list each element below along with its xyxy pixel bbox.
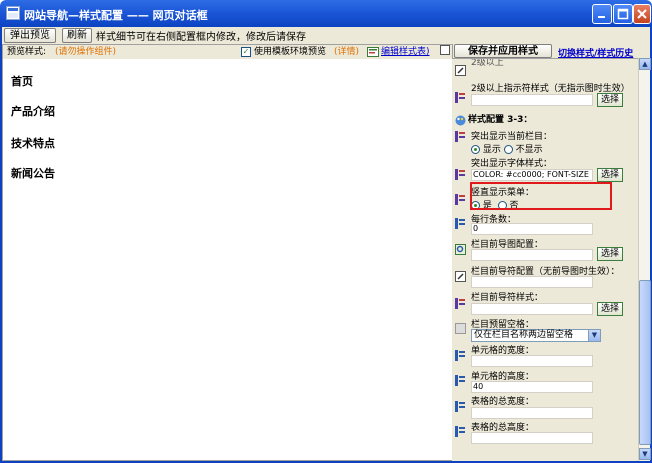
section-title-text: 样式配置 3-3： — [468, 115, 533, 125]
list-icon[interactable] — [455, 375, 466, 386]
maximize-icon — [617, 8, 629, 20]
cell-width-field[interactable] — [471, 355, 593, 367]
close-button[interactable] — [633, 4, 651, 24]
window-title: 网站导航—样式配置 —— 网页对话框 — [24, 9, 208, 22]
palette-icon — [455, 115, 466, 126]
scroll-down-button[interactable]: ▼ — [639, 448, 651, 460]
edit-style-icon — [367, 47, 379, 57]
highlight-current-options: 显示 不显示 — [471, 142, 543, 155]
toolbar-hint: 样式细节可在右侧配置框内修改，修改后请保存 — [96, 32, 306, 43]
list-icon[interactable] — [455, 218, 466, 229]
show-radio[interactable] — [471, 145, 480, 154]
level2-indicator-field[interactable] — [471, 94, 593, 106]
app-icon — [6, 6, 20, 20]
edit-style-link[interactable]: 编辑样式表) — [381, 45, 430, 59]
preview-menu-item: 首页 — [11, 75, 33, 88]
preview-menu-item: 产品介绍 — [11, 105, 55, 118]
list-icon[interactable] — [455, 298, 466, 309]
hide-radio-label: 不显示 — [515, 145, 543, 155]
reserved-space-select[interactable]: 仅在栏目名称两边留空格 ▼ — [471, 329, 601, 342]
show-radio-label: 显示 — [482, 145, 501, 155]
close-icon — [637, 9, 647, 19]
scroll-up-button[interactable]: ▲ — [639, 58, 651, 70]
partial-label: 2级以上 — [471, 58, 504, 68]
save-apply-button[interactable]: 保存并应用样式 — [454, 44, 552, 58]
config-scrollbar[interactable]: ▲ ▼ — [638, 58, 651, 461]
collapse-toggle[interactable] — [440, 45, 450, 55]
highlight-font-field[interactable]: COLOR: #cc0000; FONT-SIZE — [471, 169, 593, 181]
detail-link[interactable]: (详情) — [334, 45, 359, 59]
preview-menu-item: 技术特点 — [11, 137, 55, 150]
table-height-field[interactable] — [471, 432, 593, 444]
chevron-down-icon: ▼ — [588, 330, 600, 341]
config-header: 保存并应用样式 切换样式/样式历史 — [440, 44, 650, 59]
minimize-button[interactable] — [592, 4, 612, 24]
select-button[interactable]: 选择 — [597, 302, 623, 316]
preview-pane: 预览样式: (请勿操作组件) ✓ 使用模板环境预览 (详情) 编辑样式表) 首页… — [2, 44, 453, 461]
list-icon[interactable] — [455, 426, 466, 437]
prefix-char-style-label: 栏目前导符样式： — [471, 293, 544, 303]
reserved-space-value: 仅在栏目名称两边留空格 — [474, 330, 574, 340]
table-width-label: 表格的总宽度： — [471, 397, 535, 407]
hide-radio[interactable] — [503, 145, 513, 154]
preview-header-label: 预览样式: — [7, 47, 47, 57]
prefix-char-config-field[interactable] — [471, 276, 593, 288]
items-per-row-field[interactable]: 0 — [471, 223, 593, 235]
highlight-current-label: 突出显示当前栏目： — [471, 132, 553, 142]
minimize-icon — [598, 16, 605, 18]
title-bar: 网站导航—样式配置 —— 网页对话框 — [0, 0, 652, 27]
preview-menu-item: 新闻公告 — [11, 167, 55, 180]
list-icon[interactable] — [455, 131, 466, 142]
dropdown-setting-icon[interactable] — [455, 323, 466, 334]
edit-icon[interactable] — [455, 65, 466, 76]
list-icon[interactable] — [455, 169, 466, 180]
use-template-label: 使用模板环境预览 — [254, 47, 327, 57]
highlight-box — [470, 182, 612, 210]
cell-height-field[interactable]: 40 — [471, 381, 593, 393]
list-icon[interactable] — [455, 194, 466, 205]
chevron-up-icon: ▲ — [642, 60, 648, 68]
scroll-thumb[interactable] — [639, 280, 651, 445]
table-width-field[interactable] — [471, 407, 593, 419]
edit-icon[interactable] — [455, 271, 466, 282]
prefix-image-field[interactable] — [471, 249, 593, 261]
popup-preview-button[interactable]: 弹出预览 — [4, 28, 56, 43]
select-button[interactable]: 选择 — [597, 168, 623, 182]
highlight-font-label: 突出显示字体样式： — [471, 159, 553, 169]
use-template-checkbox[interactable]: ✓ — [241, 47, 251, 57]
prefix-char-style-field[interactable] — [471, 303, 593, 315]
list-icon[interactable] — [455, 350, 466, 361]
preview-header: 预览样式: (请勿操作组件) ✓ 使用模板环境预览 (详情) 编辑样式表) — [3, 45, 452, 59]
config-pane: 2级以上 2级以上指示符样式（无指示图时生效） 选择 样式配置 3-3： 突出显… — [452, 58, 638, 461]
list-icon[interactable] — [455, 92, 466, 103]
refresh-button[interactable]: 刷新 — [62, 28, 92, 43]
image-search-icon[interactable] — [455, 244, 466, 255]
select-button[interactable]: 选择 — [597, 93, 623, 107]
preview-warning: (请勿操作组件) — [55, 47, 117, 57]
section-title: 样式配置 3-3： — [452, 114, 638, 127]
chevron-down-icon: ▼ — [642, 450, 648, 458]
maximize-button[interactable] — [613, 4, 633, 24]
list-icon[interactable] — [455, 401, 466, 412]
select-button[interactable]: 选择 — [597, 247, 623, 261]
